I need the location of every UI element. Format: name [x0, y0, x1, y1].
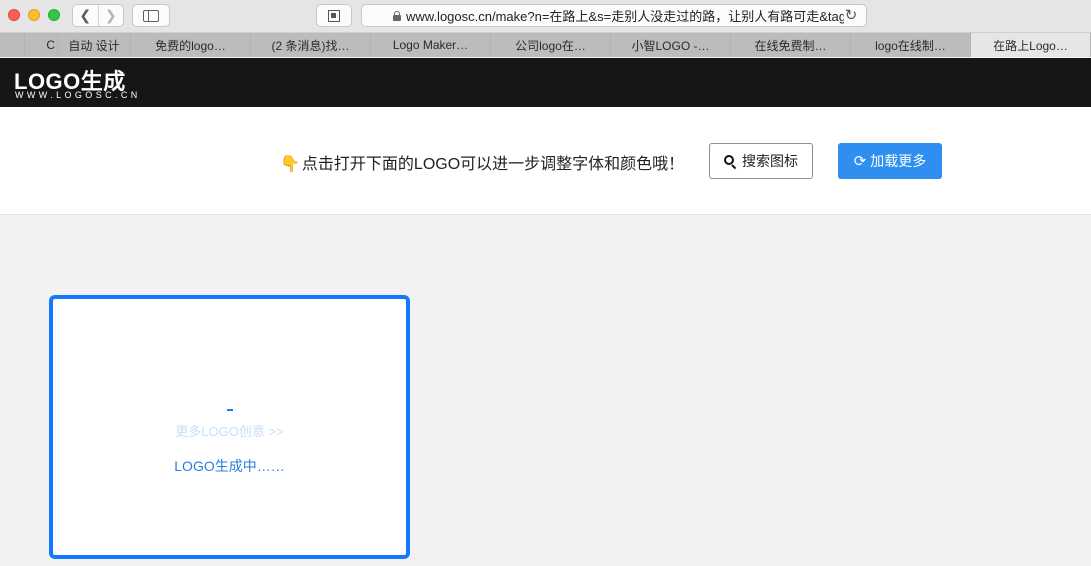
tab-9-active[interactable]: 在路上Logo…	[971, 33, 1091, 57]
refresh-icon: ⟳	[853, 153, 867, 170]
browser-titlebar: ❮ ❯ www.logosc.cn/make?n=在路上&s=走别人没走过的路，…	[0, 0, 1091, 33]
minimize-window-button[interactable]	[28, 9, 40, 21]
action-toolbar: 👇 点击打开下面的LOGO可以进一步调整字体和颜色哦！ 搜索图标 ⟳ 加载更多	[0, 107, 1091, 215]
chevron-right-icon: ❯	[104, 7, 117, 23]
maximize-window-button[interactable]	[48, 9, 60, 21]
logo-card[interactable]: 更多LOGO创意 >> LOGO生成中……	[49, 295, 410, 559]
tab-6[interactable]: 小智LOGO -…	[611, 33, 731, 57]
sidebar-toggle-button[interactable]	[132, 4, 170, 27]
tab-0[interactable]: C	[25, 33, 58, 57]
search-icons-button[interactable]: 搜索图标	[709, 143, 813, 179]
reader-icon	[328, 9, 340, 22]
site-header: LOGO生成 WWW.LOGOSC.CN	[0, 58, 1091, 107]
tab-3[interactable]: (2 条消息)找…	[251, 33, 371, 57]
chevron-left-icon: ❮	[79, 7, 92, 23]
url-text: www.logosc.cn/make?n=在路上&s=走别人没走过的路，让别人有…	[406, 9, 844, 24]
tab-2[interactable]: 免费的logo…	[131, 33, 251, 57]
load-more-button[interactable]: ⟳ 加载更多	[838, 143, 942, 179]
sidebar-icon	[143, 9, 159, 22]
tab-bar: C 自动 设计 免费的logo… (2 条消息)找… Logo Maker… 公…	[0, 33, 1091, 57]
history-nav: ❮ ❯	[72, 4, 124, 27]
search-button-label: 搜索图标	[742, 153, 798, 169]
reload-icon[interactable]: ↻	[844, 8, 858, 23]
logo-placeholder-mark	[227, 409, 233, 411]
more-logo-ideas-link[interactable]: 更多LOGO创意 >>	[53, 421, 406, 440]
close-window-button[interactable]	[8, 9, 20, 21]
reader-button[interactable]	[316, 4, 352, 27]
logo-gallery: 更多LOGO创意 >> LOGO生成中……	[0, 216, 1091, 566]
tab-8[interactable]: logo在线制…	[851, 33, 971, 57]
forward-button[interactable]: ❯	[97, 5, 124, 26]
back-button[interactable]: ❮	[73, 5, 98, 26]
pointing-down-icon: 👇	[280, 156, 300, 173]
address-bar[interactable]: www.logosc.cn/make?n=在路上&s=走别人没走过的路，让别人有…	[361, 4, 867, 27]
load-more-label: 加载更多	[870, 153, 927, 169]
site-domain: WWW.LOGOSC.CN	[15, 90, 141, 100]
tab-7[interactable]: 在线免费制…	[731, 33, 851, 57]
loading-text: LOGO生成中……	[174, 458, 285, 474]
tab-4[interactable]: Logo Maker…	[371, 33, 491, 57]
tab-blank[interactable]	[0, 33, 25, 57]
hint-text: 👇 点击打开下面的LOGO可以进一步调整字体和颜色哦！	[280, 150, 684, 174]
lock-icon	[393, 11, 401, 21]
search-icon	[724, 154, 737, 169]
tab-5[interactable]: 公司logo在…	[491, 33, 611, 57]
hint-message: 点击打开下面的LOGO可以进一步调整字体和颜色哦！	[301, 156, 685, 173]
tab-1[interactable]: 自动 设计	[58, 33, 131, 57]
